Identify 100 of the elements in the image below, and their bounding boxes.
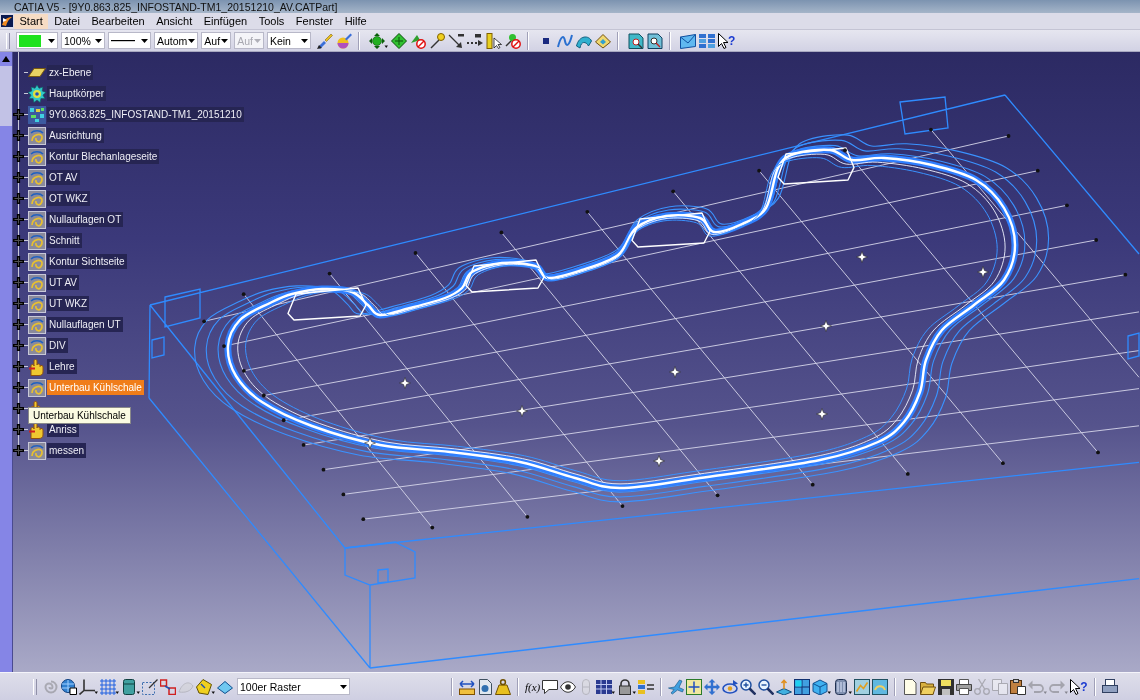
menu-item[interactable]: Einfügen xyxy=(198,13,253,29)
expand-icon[interactable] xyxy=(12,130,24,141)
paint-brush-icon[interactable] xyxy=(316,32,333,49)
app-logo-icon[interactable] xyxy=(1,15,13,27)
cross-square-icon[interactable] xyxy=(686,678,703,695)
four-views-icon[interactable] xyxy=(794,678,811,695)
fill-dropdown[interactable] xyxy=(16,32,58,49)
document-icon[interactable] xyxy=(902,678,919,695)
dropdown[interactable]: Kein xyxy=(266,32,311,49)
expand-icon[interactable] xyxy=(12,445,24,456)
ruler-arrows-icon[interactable] xyxy=(459,678,475,695)
diagonal-arrow-icon[interactable] xyxy=(447,32,464,49)
help-button[interactable]: ? xyxy=(717,32,736,49)
clipboard-icon[interactable] xyxy=(1010,678,1027,695)
tree-item[interactable]: messen xyxy=(47,443,86,458)
plane-arrow-icon[interactable] xyxy=(776,678,793,695)
tiles-icon[interactable] xyxy=(698,32,715,49)
envelope-icon[interactable] xyxy=(679,32,696,49)
expand-icon[interactable] xyxy=(12,298,24,309)
zoom-out-icon[interactable] xyxy=(758,678,775,695)
tree-item[interactable]: Hauptkörper xyxy=(47,86,107,101)
airplane-icon[interactable] xyxy=(668,678,685,695)
tree-item[interactable]: OT AV xyxy=(47,170,80,185)
curve-icon[interactable] xyxy=(556,32,573,49)
dropdown[interactable]: 100% xyxy=(61,32,105,49)
expand-icon[interactable] xyxy=(12,319,24,330)
globe-icon[interactable] xyxy=(61,678,77,695)
grip-handle[interactable] xyxy=(6,32,10,49)
cylinder-icon[interactable] xyxy=(121,678,140,695)
ruler-cursor-icon[interactable] xyxy=(485,32,502,49)
arc-tile-icon[interactable] xyxy=(872,678,889,695)
sphere-brush-icon[interactable] xyxy=(335,32,352,49)
tree-item[interactable]: Ausrichtung xyxy=(47,128,104,143)
menu-item[interactable]: Bearbeiten xyxy=(85,13,151,29)
document-magnifier-icon[interactable] xyxy=(627,32,644,49)
expand-icon[interactable] xyxy=(12,193,24,204)
lock-icon[interactable] xyxy=(617,678,637,695)
striped-capsule-icon[interactable] xyxy=(833,678,853,695)
weight-icon[interactable] xyxy=(495,678,511,695)
scrollbar-thumb[interactable] xyxy=(0,66,12,126)
formula-button[interactable]: f(x) xyxy=(525,678,541,695)
expand-icon[interactable] xyxy=(12,361,24,372)
expand-icon[interactable] xyxy=(12,151,24,162)
menu-item[interactable]: Ansicht xyxy=(150,13,198,29)
tree-item[interactable]: Nullauflagen OT xyxy=(47,212,124,227)
expand-icon[interactable] xyxy=(12,382,24,393)
table-icon[interactable] xyxy=(596,678,616,695)
list-icon[interactable] xyxy=(638,678,655,695)
menu-item[interactable]: Fenster xyxy=(290,13,339,29)
line-chart-icon[interactable] xyxy=(854,678,871,695)
tree-item[interactable]: UT AV xyxy=(47,275,79,290)
expand-icon[interactable] xyxy=(12,109,24,120)
pin-icon[interactable] xyxy=(428,32,445,49)
orbit-icon[interactable] xyxy=(722,678,739,695)
dropdown[interactable]: Autom xyxy=(154,32,199,49)
expand-icon[interactable] xyxy=(12,277,24,288)
tree-item[interactable]: Schnitt xyxy=(47,233,82,248)
tree-item[interactable]: 9Y0.863.825_INFOSTAND-TM1_20151210 xyxy=(47,107,244,122)
grip-handle[interactable] xyxy=(33,678,37,695)
expand-icon[interactable] xyxy=(12,256,24,267)
pentagon-icon[interactable] xyxy=(196,678,215,695)
expand-icon[interactable] xyxy=(12,403,24,414)
menu-item[interactable]: Start xyxy=(14,13,49,29)
expand-icon[interactable] xyxy=(12,340,24,351)
eye-icon[interactable] xyxy=(560,678,577,695)
tree-item[interactable]: OT WKZ xyxy=(47,191,90,206)
document-search-icon[interactable] xyxy=(646,32,663,49)
tree-item[interactable]: Nullauflagen UT xyxy=(47,317,123,332)
speech-bubble-icon[interactable] xyxy=(542,678,559,695)
expand-icon[interactable] xyxy=(12,235,24,246)
dropdown[interactable]: Auf xyxy=(201,32,232,49)
tray-printer-icon[interactable] xyxy=(1101,678,1118,695)
menu-item[interactable]: Datei xyxy=(48,13,86,29)
cube-icon[interactable] xyxy=(812,678,832,695)
line-style-dropdown[interactable] xyxy=(108,32,151,49)
four-arrows-icon[interactable] xyxy=(704,678,721,695)
dotted-arrow-icon[interactable] xyxy=(466,32,483,49)
pin-prohibited-icon[interactable] xyxy=(504,32,521,49)
menu-item[interactable]: Tools xyxy=(253,13,290,29)
linked-squares-icon[interactable] xyxy=(160,678,176,695)
help-button[interactable]: ? xyxy=(1070,678,1088,695)
dashed-square-icon[interactable] xyxy=(142,678,158,695)
diamond-tile-icon[interactable] xyxy=(594,32,611,49)
zoom-in-icon[interactable] xyxy=(740,678,757,695)
expand-icon[interactable] xyxy=(12,172,24,183)
tree-item[interactable]: Kontur Blechanlageseite xyxy=(47,149,160,164)
tree-item[interactable]: UT WKZ xyxy=(47,296,90,311)
move-arrows-icon[interactable] xyxy=(368,32,388,49)
axis-icon[interactable] xyxy=(79,678,98,695)
expand-icon[interactable] xyxy=(12,214,24,225)
printer-icon[interactable] xyxy=(956,678,973,695)
dropdown[interactable]: 100er Raster xyxy=(237,678,350,695)
expand-icon[interactable] xyxy=(12,424,24,435)
scroll-up-icon[interactable] xyxy=(2,56,10,62)
diamond-icon[interactable] xyxy=(217,678,233,695)
tree-item[interactable]: zx-Ebene xyxy=(47,65,94,80)
tree-item[interactable]: DIV xyxy=(47,338,68,353)
diamond-cross-icon[interactable] xyxy=(390,32,407,49)
tree-item[interactable]: Kontur Sichtseite xyxy=(47,254,127,269)
menu-item[interactable]: Hilfe xyxy=(339,13,373,29)
